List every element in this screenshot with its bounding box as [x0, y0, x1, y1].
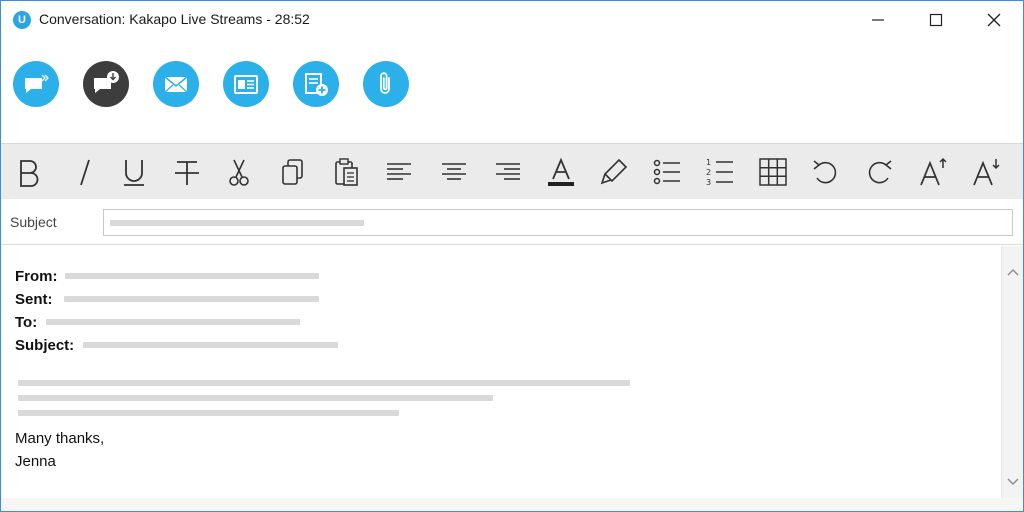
increase-font-icon: [920, 157, 947, 186]
underline-icon: [124, 160, 144, 186]
close-icon: [987, 13, 1001, 27]
vertical-scrollbar[interactable]: [1001, 246, 1023, 498]
contact-card-icon: [234, 75, 258, 94]
italic-icon: [80, 159, 90, 186]
action-bar: [1, 39, 1023, 143]
italic-button[interactable]: [65, 152, 105, 192]
add-note-button[interactable]: [293, 61, 339, 107]
close-button[interactable]: [965, 1, 1023, 39]
bold-icon: [20, 160, 39, 187]
undo-button[interactable]: [806, 152, 846, 192]
formatting-toolbar: 123: [1, 143, 1023, 199]
conversation-window: U Conversation: Kakapo Live Streams - 28…: [0, 0, 1024, 512]
from-label: From:: [15, 268, 58, 285]
download-chat-button[interactable]: [83, 61, 129, 107]
bulleted-list-icon: [653, 159, 680, 185]
closing-text: Many thanks,: [15, 430, 105, 447]
decrease-font-icon: [973, 159, 1000, 186]
chat-forward-icon: [25, 74, 49, 93]
svg-text:2: 2: [706, 168, 711, 177]
to-label: To:: [15, 314, 38, 331]
align-center-icon: [442, 163, 466, 180]
cut-button[interactable]: [219, 152, 259, 192]
align-left-button[interactable]: [379, 152, 419, 192]
redacted-to: [46, 319, 300, 325]
subject-label: Subject: [10, 214, 57, 230]
font-color-button[interactable]: [541, 152, 581, 192]
svg-text:1: 1: [706, 158, 711, 167]
highlighter-icon: [600, 158, 628, 185]
maximize-button[interactable]: [907, 1, 965, 39]
svg-text:3: 3: [706, 178, 711, 187]
redo-button[interactable]: [859, 152, 899, 192]
copy-icon: [282, 159, 303, 185]
paperclip-icon: [380, 72, 390, 94]
redacted-line: [18, 395, 493, 401]
sent-label: Sent:: [15, 291, 53, 308]
bulleted-list-button[interactable]: [647, 152, 687, 192]
copy-button[interactable]: [273, 152, 313, 192]
numbered-list-icon: 123: [706, 158, 733, 187]
highlighter-button[interactable]: [594, 152, 634, 192]
email-icon: [164, 76, 188, 93]
strikethrough-icon: [175, 161, 199, 185]
redacted-from: [65, 273, 319, 279]
chat-download-icon: [94, 71, 119, 93]
decrease-font-button[interactable]: [966, 152, 1006, 192]
message-body[interactable]: From: Sent: To: Subject: Many thanks, Je…: [1, 246, 1001, 498]
paste-icon: [335, 158, 358, 186]
minimize-button[interactable]: [849, 1, 907, 39]
align-right-button[interactable]: [488, 152, 528, 192]
redacted-line: [18, 380, 630, 386]
strikethrough-button[interactable]: [167, 152, 207, 192]
subject-row: Subject: [1, 199, 1023, 245]
window-title: Conversation: Kakapo Live Streams - 28:5…: [39, 11, 310, 27]
increase-font-button[interactable]: [913, 152, 953, 192]
redacted-text: [110, 220, 364, 226]
table-icon: [759, 158, 787, 186]
underline-button[interactable]: [114, 152, 154, 192]
redo-icon: [868, 160, 892, 184]
undo-icon: [813, 160, 837, 184]
chevron-up-icon: [1007, 269, 1019, 276]
subject-header-label: Subject:: [15, 337, 75, 354]
status-strip: [1, 498, 1023, 511]
bold-button[interactable]: [8, 152, 48, 192]
chevron-down-icon: [1007, 478, 1019, 485]
redacted-subject: [83, 342, 338, 348]
font-color-icon: [548, 157, 574, 186]
align-right-icon: [496, 163, 520, 180]
add-note-icon: [305, 73, 328, 96]
minimize-icon: [872, 19, 884, 21]
attach-file-button[interactable]: [363, 61, 409, 107]
align-center-button[interactable]: [434, 152, 474, 192]
numbered-list-button[interactable]: 123: [700, 152, 740, 192]
table-button[interactable]: [753, 152, 793, 192]
maximize-icon: [929, 13, 943, 27]
app-logo: U: [13, 11, 31, 29]
forward-chat-button[interactable]: [13, 61, 59, 107]
redacted-line: [18, 410, 399, 416]
paste-button[interactable]: [326, 152, 366, 192]
signature-text: Jenna: [15, 453, 56, 470]
title-bar: U Conversation: Kakapo Live Streams - 28…: [1, 1, 1023, 39]
align-left-icon: [387, 163, 411, 180]
email-button[interactable]: [153, 61, 199, 107]
cut-icon: [229, 159, 249, 186]
redacted-sent: [64, 296, 319, 302]
subject-input[interactable]: [103, 209, 1013, 236]
contact-card-button[interactable]: [223, 61, 269, 107]
